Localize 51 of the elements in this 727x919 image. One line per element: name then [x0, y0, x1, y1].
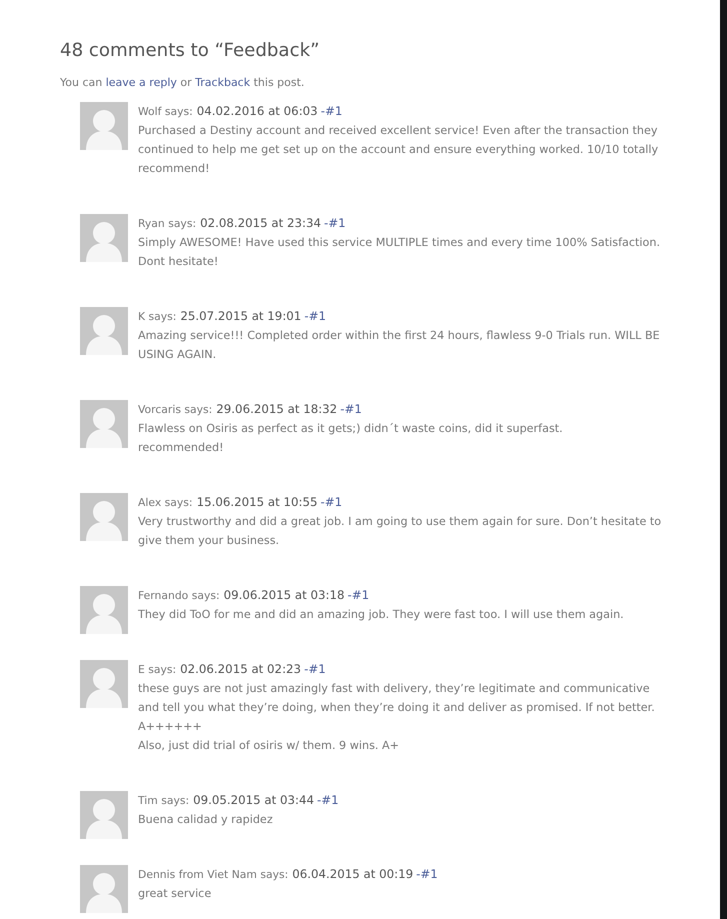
comment-author: E says:: [138, 662, 176, 678]
permalink-link[interactable]: -#1: [320, 102, 342, 121]
inline-link[interactable]: Trackback: [195, 76, 250, 89]
permalink-link[interactable]: -#1: [304, 660, 326, 679]
permalink-link[interactable]: -#1: [317, 791, 339, 810]
avatar-icon: [80, 791, 128, 839]
comment-author: Dennis from Viet Nam says:: [138, 867, 288, 883]
avatar-icon: [80, 865, 128, 913]
comment-date: 02.08.2015 at 23:34: [200, 215, 321, 232]
permalink-link[interactable]: -#1: [348, 586, 370, 605]
comment-author: Wolf says:: [138, 104, 193, 120]
comment-text: They did ToO for me and did an amazing job. They were fast too. I will use them again.: [138, 607, 625, 623]
comment-text: recommended!: [138, 440, 225, 456]
comment-date: 25.07.2015 at 19:01: [180, 308, 302, 325]
avatar-icon: [80, 307, 128, 355]
permalink-link[interactable]: -#1: [324, 214, 346, 233]
intro-text: You can leave a reply or Trackback this post.: [60, 75, 304, 91]
comment-text: Also, just did trial of osiris w/ them. 9 wins. A+: [138, 738, 400, 754]
comment-date: 09.05.2015 at 03:44: [193, 792, 314, 809]
comment-author: Fernando says:: [138, 588, 220, 604]
permalink-link[interactable]: -#1: [340, 400, 362, 419]
comment-date: 02.06.2015 at 02:23: [180, 661, 302, 678]
comment-text: Flawless on Osiris as perfect as it gets;) didn´t waste coins, did it superfast.: [138, 421, 564, 437]
comment-date: 09.06.2015 at 03:18: [224, 587, 345, 604]
comments-heading: 48 comments to “Feedback”: [60, 39, 320, 63]
comment-author: Vorcaris says:: [138, 402, 212, 418]
avatar-icon: [80, 214, 128, 262]
permalink-link[interactable]: -#1: [320, 493, 342, 512]
comment-text: Very trustworthy and did a great job. I am going to use them again for sure. Don’t hesitate to give them your business.: [138, 514, 662, 549]
comment-text: Simply AWESOME! Have used this service MULTIPLE times and every time 100% Satisfaction. Dont hesitate!: [138, 235, 662, 270]
comment-text: these guys are not just amazingly fast with delivery, they’re legitimate and communicative and tell you what they’re doing, when they’re doing it and deliver as promised. If not better. A++++++: [138, 681, 656, 735]
comment-date: 04.02.2016 at 06:03: [196, 103, 318, 120]
comment-text: Amazing service!!! Completed order within the first 24 hours, flawless 9-0 Trials run. WILL BE USING AGAIN.: [138, 328, 661, 363]
comment-author: Ryan says:: [138, 216, 196, 232]
comment-date: 29.06.2015 at 18:32: [216, 401, 338, 418]
comment-author: K says:: [138, 309, 176, 325]
permalink-link[interactable]: -#1: [304, 307, 326, 326]
avatar-icon: [80, 400, 128, 448]
comment-author: Tim says:: [138, 793, 190, 809]
inline-link[interactable]: leave a reply: [106, 76, 177, 89]
comment-text: great service: [138, 886, 212, 902]
comment-author: Alex says:: [138, 495, 193, 511]
comment-text: Purchased a Destiny account and received excellent service! Even after the transaction they continued to help me get set up on the account and ensure everything worked. 10/10 totally recommend!: [138, 123, 660, 177]
avatar-icon: [80, 586, 128, 634]
permalink-link[interactable]: -#1: [416, 865, 438, 884]
avatar-icon: [80, 102, 128, 150]
comment-date: 15.06.2015 at 10:55: [196, 494, 318, 511]
avatar-icon: [80, 493, 128, 541]
comment-text: Buena calidad y rapidez: [138, 812, 274, 828]
avatar-icon: [80, 660, 128, 708]
comment-date: 06.04.2015 at 00:19: [292, 866, 414, 883]
